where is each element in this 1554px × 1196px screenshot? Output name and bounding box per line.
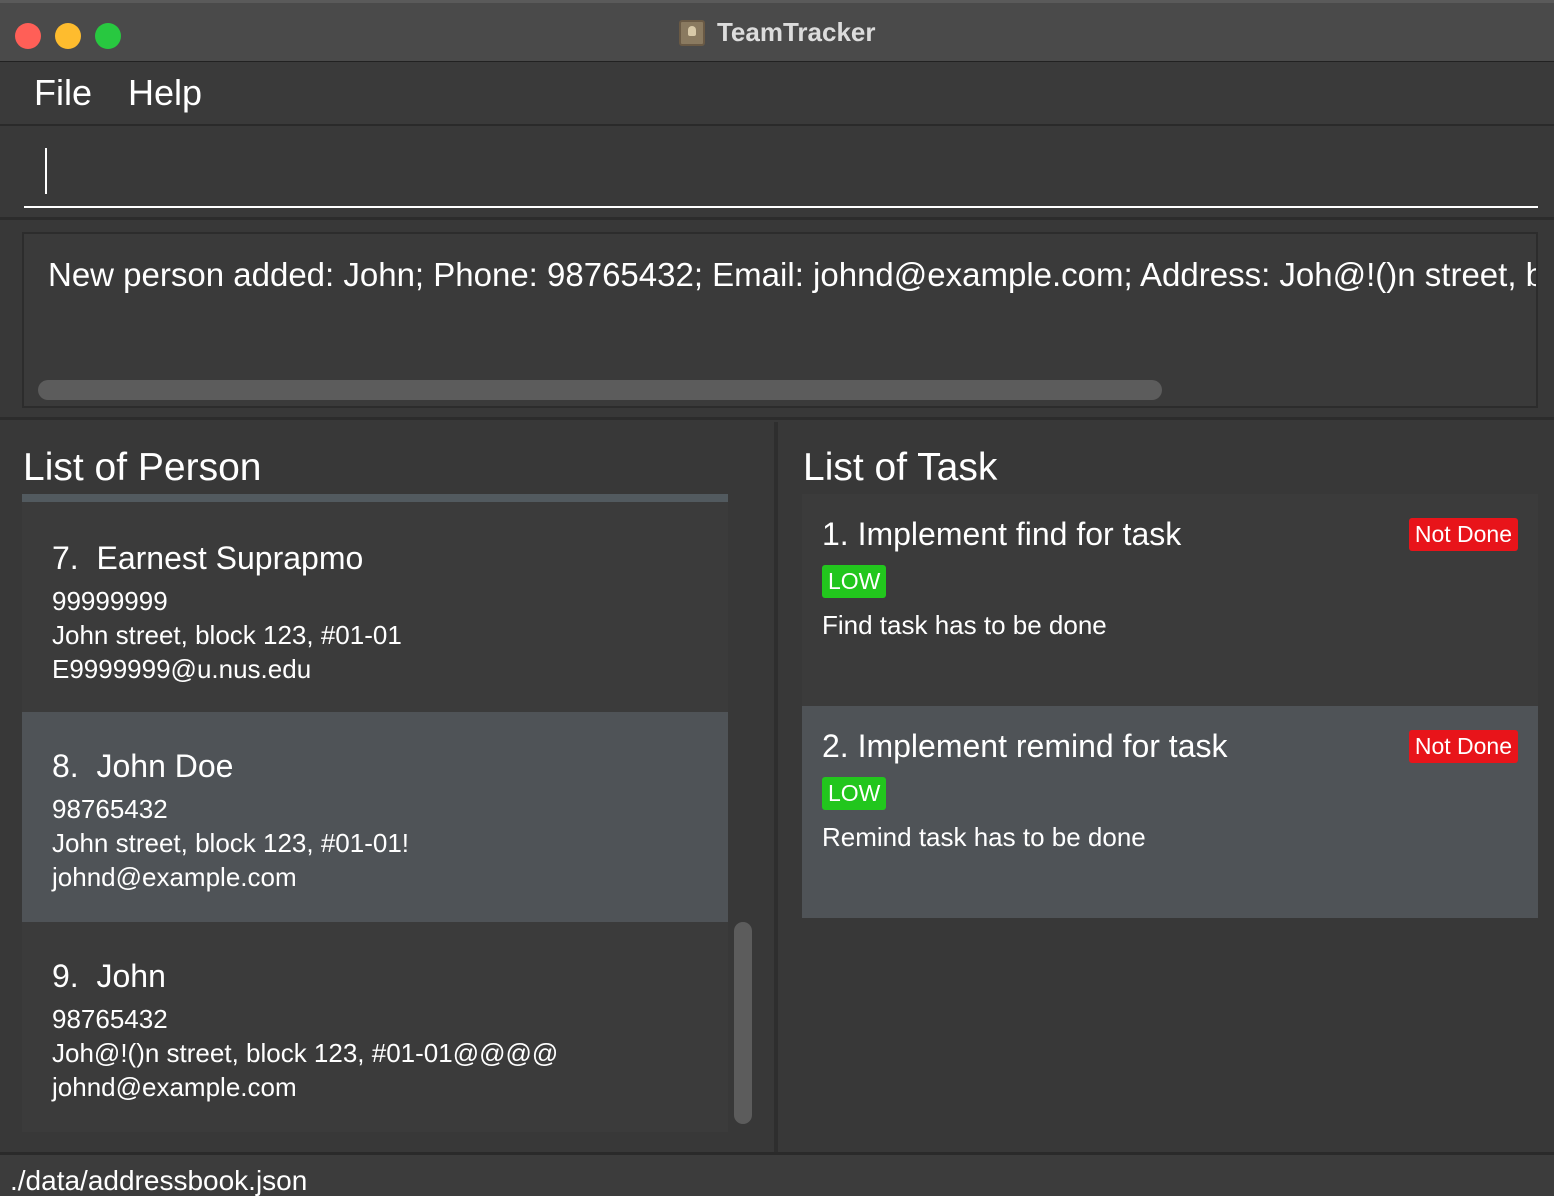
person-index: 7. bbox=[52, 540, 79, 576]
person-phone: 98765432 bbox=[52, 794, 168, 824]
person-name: John Doe bbox=[96, 748, 234, 784]
command-box bbox=[0, 126, 1554, 220]
result-display[interactable]: New person added: John; Phone: 98765432;… bbox=[22, 232, 1538, 408]
person-email: johnd@example.com bbox=[52, 1072, 297, 1102]
person-phone: 99999999 bbox=[52, 586, 168, 616]
person-name-line: 9. John bbox=[52, 958, 166, 995]
person-name-line: 7. Earnest Suprapmo bbox=[52, 540, 363, 577]
person-name-line: 8. John Doe bbox=[52, 748, 233, 785]
priority-badge: LOW bbox=[822, 777, 887, 810]
task-list-heading: List of Task bbox=[803, 446, 998, 489]
menu-help[interactable]: Help bbox=[128, 72, 202, 114]
person-card[interactable]: 9. John 98765432 Joh@!()n street, block … bbox=[22, 922, 728, 1132]
horizontal-scrollbar[interactable] bbox=[38, 380, 1162, 400]
task-list[interactable]: 1. Implement find for task Not Done LOW … bbox=[802, 494, 1538, 1134]
person-address: Joh@!()n street, block 123, #01-01@@@@ bbox=[52, 1038, 559, 1068]
title-bar: TeamTracker bbox=[0, 0, 1554, 62]
priority-badge: LOW bbox=[822, 565, 887, 598]
result-text: New person added: John; Phone: 98765432;… bbox=[48, 256, 1538, 293]
person-index: 8. bbox=[52, 748, 79, 784]
window-title: TeamTracker bbox=[716, 17, 876, 47]
vertical-scrollbar[interactable] bbox=[734, 922, 752, 1124]
app-window: TeamTracker File Help New person added: … bbox=[0, 0, 1554, 1196]
window-title-group: TeamTracker bbox=[0, 17, 1554, 48]
task-description: Find task has to be done bbox=[822, 610, 1107, 640]
task-card[interactable]: 1. Implement find for task Not Done LOW … bbox=[802, 494, 1538, 706]
status-badge: Not Done bbox=[1408, 518, 1518, 551]
menu-bar: File Help bbox=[0, 62, 1554, 126]
person-list-heading: List of Person bbox=[23, 446, 262, 489]
person-panel: List of Person 7. Earnest Suprapmo 99999… bbox=[0, 422, 778, 1152]
save-location-path: ./data/addressbook.json bbox=[10, 1165, 308, 1196]
task-card[interactable]: 2. Implement remind for task Not Done LO… bbox=[802, 706, 1538, 918]
app-icon bbox=[678, 19, 705, 46]
person-list[interactable]: 7. Earnest Suprapmo 99999999 John street… bbox=[22, 494, 728, 1132]
menu-file[interactable]: File bbox=[34, 72, 92, 114]
person-name: Earnest Suprapmo bbox=[96, 540, 364, 576]
person-phone: 98765432 bbox=[52, 1004, 168, 1034]
task-description: Remind task has to be done bbox=[822, 822, 1146, 852]
person-email: E9999999@u.nus.edu bbox=[52, 654, 312, 684]
person-card[interactable]: 7. Earnest Suprapmo 99999999 John street… bbox=[22, 502, 728, 712]
result-display-area: New person added: John; Phone: 98765432;… bbox=[0, 222, 1554, 420]
task-title: 2. Implement remind for task bbox=[822, 728, 1228, 764]
person-address: John street, block 123, #01-01 bbox=[52, 620, 402, 650]
person-address: John street, block 123, #01-01! bbox=[52, 828, 410, 858]
command-input[interactable] bbox=[24, 138, 1538, 208]
status-bar: ./data/addressbook.json bbox=[0, 1152, 1554, 1196]
person-index: 9. bbox=[52, 958, 79, 994]
person-email: johnd@example.com bbox=[52, 862, 297, 892]
task-panel: List of Task 1. Implement find for task … bbox=[782, 422, 1554, 1152]
task-title: 1. Implement find for task bbox=[822, 516, 1182, 552]
person-name: John bbox=[96, 958, 166, 994]
person-card[interactable]: 8. John Doe 98765432 John street, block … bbox=[22, 712, 728, 922]
text-caret bbox=[45, 148, 47, 194]
status-badge: Not Done bbox=[1408, 730, 1518, 763]
